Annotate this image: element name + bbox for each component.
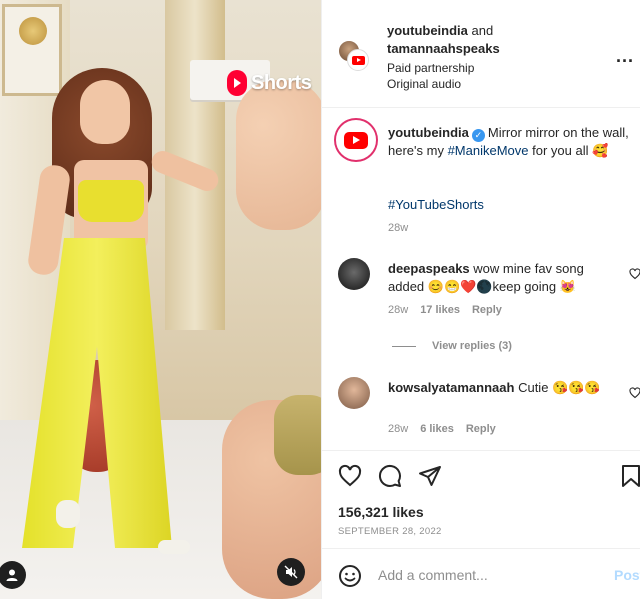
paid-partnership-label[interactable]: Paid partnership <box>387 60 474 76</box>
post-media[interactable]: Shorts <box>0 0 321 599</box>
verified-badge-icon: ✓ <box>471 129 485 142</box>
avatar[interactable] <box>338 258 370 290</box>
action-icons <box>338 464 442 488</box>
comment-likes[interactable]: 6 likes <box>420 423 454 435</box>
mute-button[interactable] <box>277 558 305 586</box>
youtube-logo-icon <box>344 131 368 149</box>
dancer-face <box>80 80 130 144</box>
post-button[interactable]: Post <box>614 567 640 583</box>
dancer-shoe <box>56 500 80 528</box>
comment-time[interactable]: 28w <box>388 423 408 435</box>
comment-bubble-icon[interactable] <box>378 464 402 488</box>
dancer-top <box>78 180 144 222</box>
heart-icon[interactable] <box>629 268 640 280</box>
author-link[interactable]: tamannaahspeaks <box>387 41 500 56</box>
second-person-arm <box>236 80 321 230</box>
avatar <box>347 49 369 71</box>
comment-likes[interactable]: 17 likes <box>420 304 460 316</box>
caption-text: youtubeindia ✓ Mirror mirror on the wall, … <box>388 125 629 159</box>
hashtag-link[interactable]: #ManikeMove <box>448 143 529 158</box>
shorts-logo-icon <box>227 70 247 96</box>
comment-text: kowsalyatamannaah Cutie 😘😘😘 <box>388 380 601 395</box>
comment-time[interactable]: 28w <box>388 304 408 316</box>
view-replies-button[interactable]: View replies (3) <box>392 340 512 352</box>
reply-button[interactable]: Reply <box>472 304 502 316</box>
more-icon: ... <box>615 46 634 66</box>
more-options-button[interactable]: ... <box>616 46 634 67</box>
user-icon <box>6 569 18 581</box>
speaker-muted-icon <box>284 565 298 579</box>
heart-icon[interactable] <box>629 387 640 399</box>
divider <box>392 345 416 347</box>
emoji: 🥰 <box>592 144 609 159</box>
post-actions: 156,321 likes SEPTEMBER 28, 2022 <box>322 450 640 548</box>
share-send-icon[interactable] <box>418 464 442 488</box>
emoji-picker-icon[interactable] <box>338 564 362 588</box>
second-person-shorts <box>274 395 321 475</box>
likes-count[interactable]: 156,321 likes <box>338 504 424 520</box>
shorts-badge: Shorts <box>227 70 312 96</box>
reply-button[interactable]: Reply <box>466 423 496 435</box>
hashtag-link[interactable]: #YouTubeShorts <box>388 197 484 212</box>
post-date: SEPTEMBER 28, 2022 <box>338 526 442 537</box>
bookmark-icon <box>622 465 640 487</box>
avatar[interactable] <box>336 120 376 160</box>
author-link[interactable]: youtubeindia <box>387 23 468 38</box>
author-joiner: and <box>471 23 494 38</box>
post-header: youtubeindia and tamannaahspeaks Paid pa… <box>322 0 640 108</box>
comment-text: deepaspeaks wow mine fav song added 😊😁❤️… <box>388 261 584 294</box>
caption-username[interactable]: youtubeindia <box>388 125 469 140</box>
collab-avatars[interactable] <box>338 40 369 71</box>
comment-meta: 28w 17 likes Reply <box>388 304 502 316</box>
post-authors: youtubeindia and tamannaahspeaks <box>387 22 500 58</box>
post-subtitle: Paid partnership Original audio <box>387 60 474 92</box>
wall-frame <box>2 4 62 96</box>
dancer-shoe <box>158 540 190 554</box>
post-details-pane: youtubeindia and tamannaahspeaks Paid pa… <box>321 0 640 599</box>
avatar[interactable] <box>338 377 370 409</box>
save-button[interactable] <box>621 464 640 488</box>
youtube-logo-icon <box>351 55 365 65</box>
original-audio-link[interactable]: Original audio <box>387 76 474 92</box>
like-heart-icon[interactable] <box>338 464 362 488</box>
comment-username[interactable]: deepaspeaks <box>388 261 470 276</box>
comment-meta: 28w 6 likes Reply <box>388 423 496 435</box>
comment-composer: Post <box>322 548 640 599</box>
shorts-label: Shorts <box>251 71 312 94</box>
comment-input[interactable] <box>378 564 598 586</box>
comment-username[interactable]: kowsalyatamannaah <box>388 380 514 395</box>
caption-time[interactable]: 28w <box>388 222 408 234</box>
